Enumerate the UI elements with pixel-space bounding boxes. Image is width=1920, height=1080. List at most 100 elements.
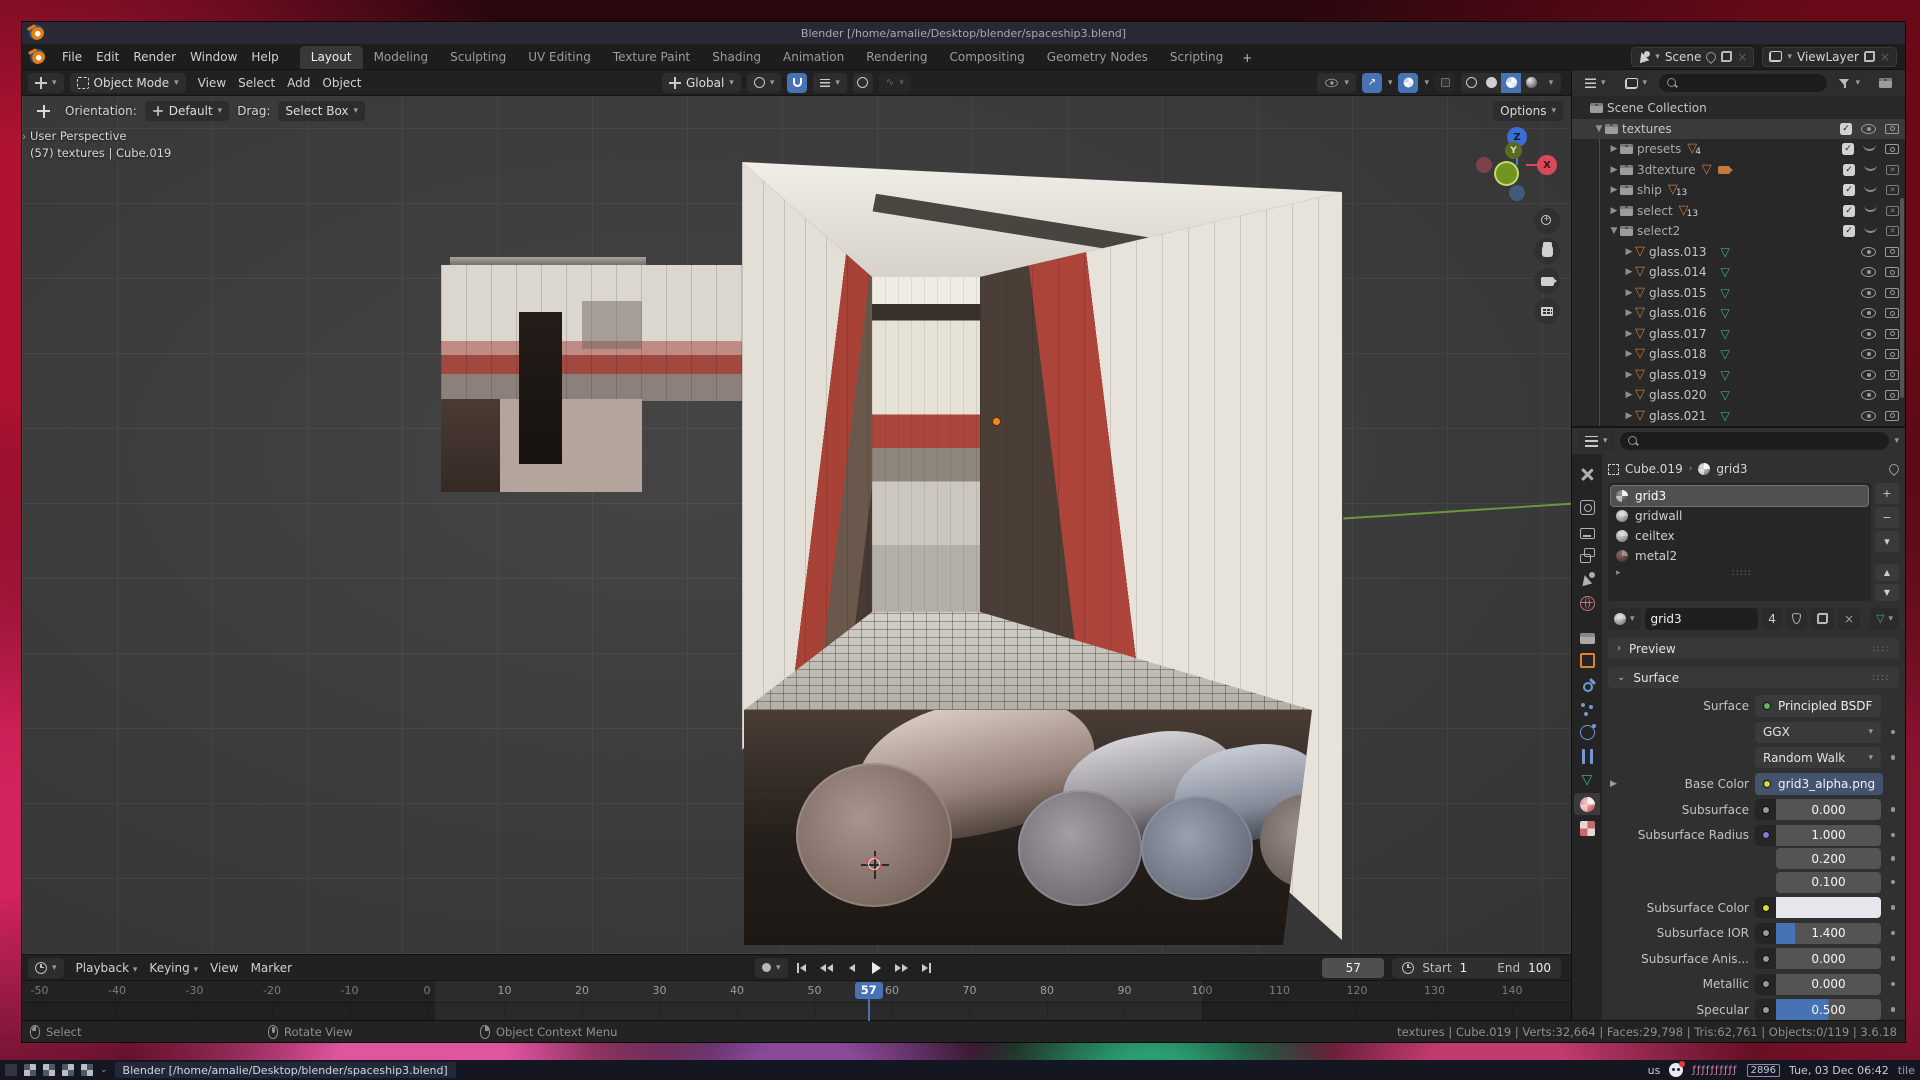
texture-field[interactable]: grid3_alpha.png xyxy=(1755,773,1883,795)
item-name[interactable]: Scene Collection xyxy=(1607,101,1707,115)
outliner-row-select[interactable]: ▶select▽13✓✕ xyxy=(1572,201,1905,222)
item-name[interactable]: textures xyxy=(1622,122,1672,136)
vector-value-field[interactable]: 1.000 xyxy=(1776,825,1881,846)
pin-id-icon[interactable] xyxy=(1887,462,1901,476)
options-button[interactable]: Options▾ xyxy=(1493,101,1563,121)
expander-icon[interactable]: ▶ xyxy=(1608,185,1620,195)
outliner-display-mode[interactable]: ▾ xyxy=(1618,73,1655,93)
timeline-body[interactable]: -50-40-30-20-100102030405060708090100110… xyxy=(22,981,1571,1021)
field-expander[interactable]: ▶ xyxy=(1608,779,1619,789)
camera-visibility-icon[interactable] xyxy=(1885,267,1899,277)
eye-closed-icon[interactable] xyxy=(1863,144,1876,151)
ortho-toggle-widget[interactable] xyxy=(1534,298,1560,324)
copy-viewlayer-icon[interactable] xyxy=(1864,51,1875,62)
checkbox-icon[interactable]: ✓ xyxy=(1842,143,1854,155)
outliner-row-glass-021[interactable]: ▶▽glass.021▽ xyxy=(1572,406,1905,427)
outliner-editor[interactable]: ▾ ▾ ▾ Scene Collection▼textures✓▶presets… xyxy=(1572,70,1905,428)
tab-uv-editing[interactable]: UV Editing xyxy=(517,46,602,69)
tab-animation[interactable]: Animation xyxy=(772,46,855,69)
outliner-row-glass-015[interactable]: ▶▽glass.015▽ xyxy=(1572,283,1905,304)
item-name[interactable]: select2 xyxy=(1637,224,1680,238)
shading-material-button[interactable] xyxy=(1501,73,1521,93)
snap-target[interactable]: ▾ xyxy=(747,73,782,93)
material-slot-metal2[interactable]: metal2 xyxy=(1611,546,1868,566)
keyframe-dot[interactable] xyxy=(1891,755,1896,760)
outliner-scrollbar[interactable] xyxy=(1900,198,1904,398)
tab-compositing[interactable]: Compositing xyxy=(938,46,1035,69)
material-slot-ceiltex[interactable]: ceiltex xyxy=(1611,526,1868,546)
eye-open-icon[interactable] xyxy=(1861,247,1876,257)
proportional-falloff-menu[interactable]: ∿▾ xyxy=(879,73,911,93)
add-slot-button[interactable]: + xyxy=(1875,483,1899,504)
expander-icon[interactable]: ▼ xyxy=(1608,226,1620,236)
item-name[interactable]: glass.014 xyxy=(1649,265,1707,279)
navigation-gizmo[interactable]: Z X Y xyxy=(1480,127,1556,203)
tab-shading[interactable]: Shading xyxy=(701,46,772,69)
material-slot-grid3[interactable]: grid3 xyxy=(1611,486,1868,506)
camera-visibility-icon[interactable] xyxy=(1885,349,1899,359)
viewport-menu-add[interactable]: Add xyxy=(281,74,316,92)
properties-search[interactable] xyxy=(1620,432,1890,450)
proportional-editing-toggle[interactable] xyxy=(853,73,873,93)
value-field[interactable]: 0.000 xyxy=(1776,799,1881,820)
slider-field[interactable]: 1.400 xyxy=(1776,923,1881,944)
taskbar-window-button[interactable]: Blender [/home/amalie/Desktop/blender/sp… xyxy=(115,1062,456,1078)
playhead[interactable]: 57 xyxy=(855,982,883,999)
item-name[interactable]: glass.021 xyxy=(1649,409,1707,423)
blender-menu-icon[interactable] xyxy=(30,49,45,64)
preview-section-header[interactable]: › Preview :::: xyxy=(1608,638,1899,659)
workspace-icon[interactable] xyxy=(5,1064,17,1076)
expander-icon[interactable]: ▶ xyxy=(1623,349,1635,359)
keyframe-dot[interactable] xyxy=(1891,807,1896,812)
workspace-icon[interactable] xyxy=(24,1064,36,1076)
start-value[interactable]: 1 xyxy=(1460,961,1468,975)
region-toggle-arrow[interactable]: › xyxy=(22,130,26,143)
workspace-icon[interactable] xyxy=(62,1064,74,1076)
snap-with-menu[interactable]: ▾ xyxy=(813,73,847,93)
eye-open-icon[interactable] xyxy=(1861,411,1876,421)
outliner-row-textures[interactable]: ▼textures✓ xyxy=(1572,119,1905,140)
properties-tab-modifiers[interactable] xyxy=(1574,673,1600,695)
expander-icon[interactable]: ▶ xyxy=(1623,247,1635,257)
camera-disabled-icon[interactable]: ✕ xyxy=(1886,165,1899,175)
properties-tab-output[interactable] xyxy=(1574,520,1600,542)
tab-texture-paint[interactable]: Texture Paint xyxy=(602,46,701,69)
item-name[interactable]: glass.020 xyxy=(1649,388,1707,402)
checkbox-icon[interactable]: ✓ xyxy=(1843,205,1855,217)
keyframe-dot[interactable] xyxy=(1891,956,1896,961)
menu-file[interactable]: File xyxy=(55,48,89,66)
keyframe-dot[interactable] xyxy=(1891,905,1896,910)
outliner-row-glass-019[interactable]: ▶▽glass.019▽ xyxy=(1572,365,1905,386)
item-name[interactable]: ship xyxy=(1637,183,1662,197)
eye-closed-icon[interactable] xyxy=(1864,205,1877,212)
end-value[interactable]: 100 xyxy=(1528,961,1551,975)
eye-closed-icon[interactable] xyxy=(1864,164,1877,171)
item-name[interactable]: glass.013 xyxy=(1649,245,1707,259)
camera-visibility-icon[interactable] xyxy=(1885,288,1899,298)
timeline-menu-playback[interactable]: Playback ▾ xyxy=(70,959,144,977)
move-slot-up-button[interactable]: ▲ xyxy=(1875,564,1899,581)
expander-icon[interactable]: ▶ xyxy=(1623,390,1635,400)
keyframe-dot[interactable] xyxy=(1891,856,1896,861)
checkbox-icon[interactable]: ✓ xyxy=(1843,225,1855,237)
unlink-material-button[interactable]: × xyxy=(1838,608,1860,630)
vector-value-field[interactable]: 0.100 xyxy=(1776,872,1881,893)
outliner-filter-button[interactable]: ▾ xyxy=(1832,73,1867,93)
eye-open-icon[interactable] xyxy=(1861,288,1876,298)
keyframe-dot[interactable] xyxy=(1891,931,1896,936)
eye-open-icon[interactable] xyxy=(1861,329,1876,339)
keyframe-dot[interactable] xyxy=(1891,833,1896,838)
eye-open-icon[interactable] xyxy=(1861,308,1876,318)
tab-rendering[interactable]: Rendering xyxy=(855,46,938,69)
workspace-icon[interactable] xyxy=(81,1064,93,1076)
outliner-row-3dtexture[interactable]: ▶3dtexture▽✓✕ xyxy=(1572,160,1905,181)
shading-rendered-button[interactable] xyxy=(1521,73,1541,93)
unlink-scene-icon[interactable]: × xyxy=(1737,52,1747,62)
item-name[interactable]: presets xyxy=(1637,142,1681,156)
tab-sculpting[interactable]: Sculpting xyxy=(439,46,517,69)
expander-icon[interactable]: ▶ xyxy=(1623,411,1635,421)
properties-tab-particles[interactable] xyxy=(1574,697,1600,719)
camera-visibility-icon[interactable] xyxy=(1885,144,1899,154)
expander-icon[interactable]: ▼ xyxy=(1593,124,1605,134)
dropdown-random-walk[interactable]: Random Walk▾ xyxy=(1755,747,1881,768)
